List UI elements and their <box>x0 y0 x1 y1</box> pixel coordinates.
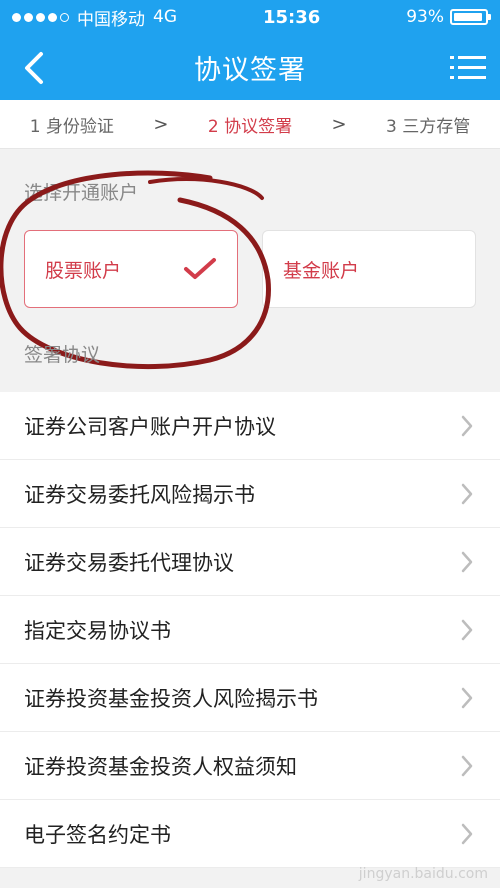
status-bar: 中国移动 4G 15:36 93% <box>0 0 500 34</box>
network-type: 4G <box>153 7 177 27</box>
back-button[interactable] <box>14 48 54 88</box>
section-label-open-account: 选择开通账户 <box>24 182 139 204</box>
account-option-fund[interactable]: 基金账户 <box>262 230 476 308</box>
list-item[interactable]: 证券交易委托代理协议 <box>0 528 500 596</box>
account-option-stock[interactable]: 股票账户 <box>24 230 238 308</box>
list-menu-icon <box>450 56 486 79</box>
chevron-right-icon <box>461 483 473 504</box>
chevron-right-icon <box>461 755 473 776</box>
signal-strength-icon <box>12 12 69 22</box>
status-time: 15:36 <box>262 6 321 28</box>
agreement-title: 证券交易委托代理协议 <box>24 550 234 575</box>
step-indicator: 1 身份验证 > 2 协议签署 > 3 三方存管 <box>0 100 500 149</box>
list-item[interactable]: 证券公司客户账户开户协议 <box>0 392 500 460</box>
agreement-title: 证券公司客户账户开户协议 <box>24 414 276 439</box>
battery-percent: 93% <box>406 7 444 27</box>
agreement-list: 证券公司客户账户开户协议 证券交易委托风险揭示书 证券交易委托代理协议 指定交易… <box>0 392 500 868</box>
list-item[interactable]: 证券交易委托风险揭示书 <box>0 460 500 528</box>
chevron-right-icon <box>461 687 473 708</box>
agreement-title: 证券投资基金投资人风险揭示书 <box>24 686 318 711</box>
status-right: 93% <box>406 7 491 27</box>
chevron-right-icon <box>461 823 473 844</box>
chevron-right-icon <box>461 551 473 572</box>
chevron-right-icon <box>461 415 473 436</box>
watermark: jingyan.baidu.com <box>358 866 488 882</box>
step-arrow-icon: > <box>331 113 347 135</box>
step-2: 2 协议签署 <box>207 116 293 137</box>
list-item[interactable]: 电子签名约定书 <box>0 800 500 868</box>
nav-bar: 协议签署 <box>0 34 500 100</box>
account-options: 股票账户 基金账户 <box>24 230 476 308</box>
agreement-title: 指定交易协议书 <box>24 618 171 643</box>
section-label-sign-agreements: 签署协议 <box>24 344 101 366</box>
list-item[interactable]: 证券投资基金投资人风险揭示书 <box>0 664 500 732</box>
menu-button[interactable] <box>448 50 488 86</box>
agreement-title: 电子签名约定书 <box>24 822 171 847</box>
step-3: 3 三方存管 <box>386 116 471 137</box>
step-arrow-icon: > <box>153 113 169 135</box>
agreement-title: 证券交易委托风险揭示书 <box>24 482 255 507</box>
step-1: 1 身份验证 <box>29 116 114 137</box>
page-title: 协议签署 <box>194 54 306 86</box>
agreement-title: 证券投资基金投资人权益须知 <box>24 754 297 779</box>
status-left: 中国移动 4G <box>12 5 177 30</box>
chevron-right-icon <box>461 619 473 640</box>
battery-icon <box>450 9 491 25</box>
checkmark-icon <box>184 258 216 279</box>
account-label: 股票账户 <box>45 259 122 282</box>
carrier-name: 中国移动 <box>77 9 145 30</box>
account-label: 基金账户 <box>283 259 360 282</box>
list-item[interactable]: 指定交易协议书 <box>0 596 500 664</box>
chevron-left-icon <box>25 52 43 84</box>
list-item[interactable]: 证券投资基金投资人权益须知 <box>0 732 500 800</box>
